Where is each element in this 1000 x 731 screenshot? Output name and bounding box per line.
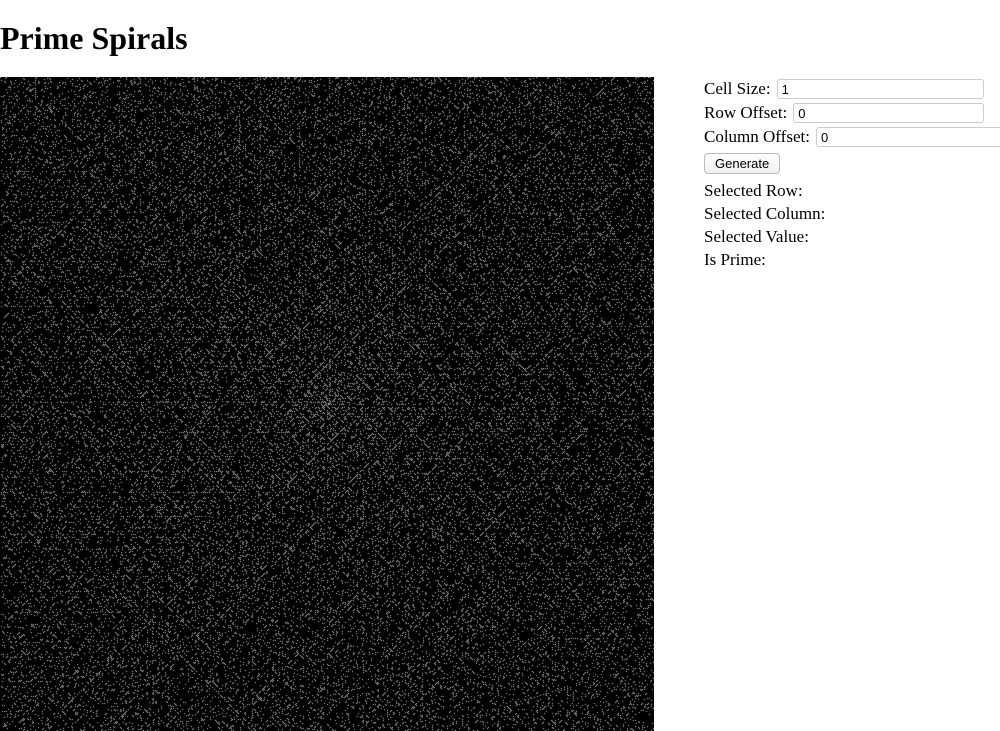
selected-row-line: Selected Row:: [704, 180, 984, 203]
is-prime-line: Is Prime:: [704, 249, 984, 272]
column-offset-label: Column Offset:: [704, 127, 810, 147]
row-offset-label: Row Offset:: [704, 103, 787, 123]
prime-spiral-canvas[interactable]: [0, 77, 654, 731]
cell-size-label: Cell Size:: [704, 79, 771, 99]
controls-column: Cell Size: Row Offset: Column Offset: Ge…: [704, 77, 984, 272]
canvas-column: [0, 77, 654, 731]
selected-column-label: Selected Column:: [704, 204, 825, 223]
selected-column-line: Selected Column:: [704, 203, 984, 226]
is-prime-label: Is Prime:: [704, 250, 766, 269]
cell-size-input[interactable]: [777, 79, 984, 99]
row-offset-row: Row Offset:: [704, 103, 984, 123]
main-container: Cell Size: Row Offset: Column Offset: Ge…: [0, 77, 1000, 731]
page-title: Prime Spirals: [0, 20, 1000, 57]
cell-size-row: Cell Size:: [704, 79, 984, 99]
column-offset-row: Column Offset:: [704, 127, 984, 147]
column-offset-input[interactable]: [816, 127, 1000, 147]
generate-button[interactable]: Generate: [704, 153, 780, 174]
selected-value-label: Selected Value:: [704, 227, 809, 246]
row-offset-input[interactable]: [793, 103, 984, 123]
selected-row-label: Selected Row:: [704, 181, 803, 200]
selected-value-line: Selected Value:: [704, 226, 984, 249]
